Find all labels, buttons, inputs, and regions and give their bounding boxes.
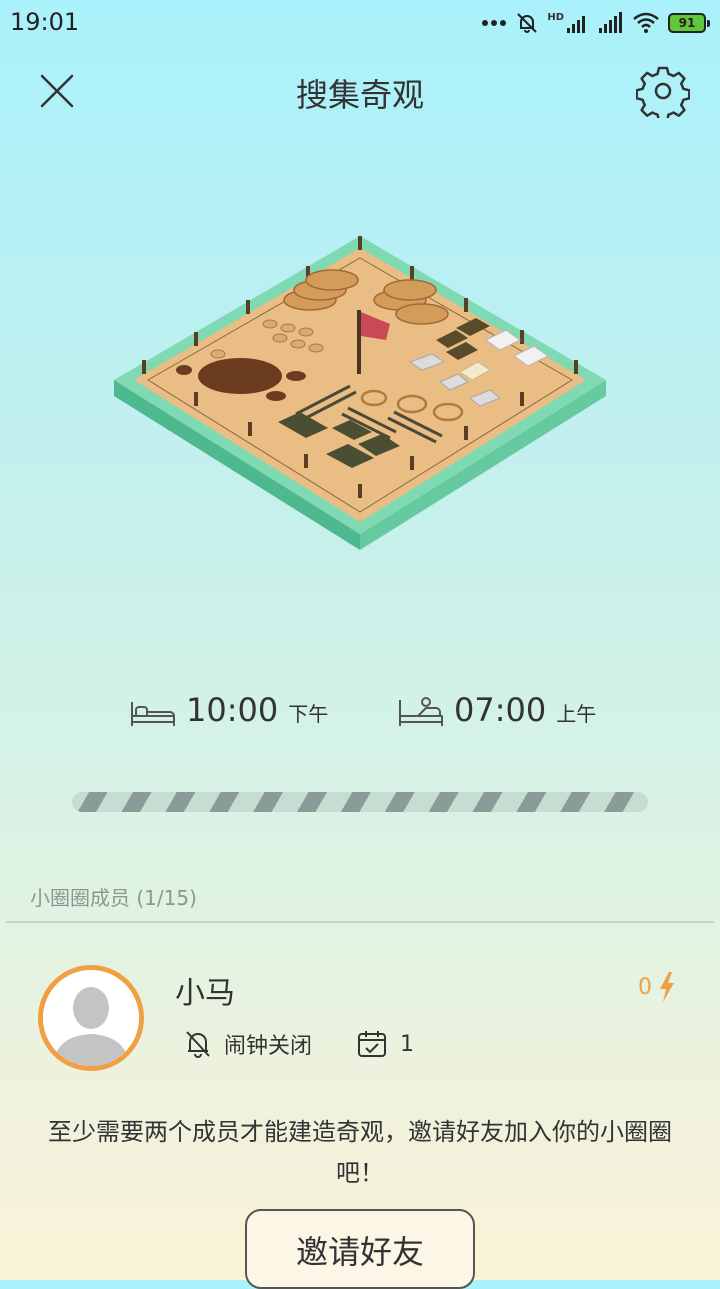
gear-icon [635, 66, 691, 122]
checkin-count: 1 [400, 1031, 415, 1057]
notice-text: 至少需要两个成员才能建造奇观，邀请好友加入你的小圈圈吧！ [48, 1118, 672, 1187]
wake-up-icon [399, 697, 443, 726]
status-time: 19:01 [10, 8, 80, 36]
avatar[interactable] [38, 965, 144, 1071]
member-name: 小马 [175, 976, 235, 1011]
calendar-check-icon [358, 1031, 387, 1057]
wake-time-ampm: 上午 [556, 702, 597, 726]
top-bar: 搜集奇观 [0, 56, 720, 126]
sleep-time-ampm: 下午 [288, 702, 329, 726]
wake-time-value: 07:00 [454, 691, 547, 729]
sleep-time[interactable]: 10:00 下午 [130, 684, 328, 728]
page-title: 搜集奇观 [295, 76, 424, 114]
status-bar: 19:01 HD 91 [0, 0, 720, 46]
battery-icon: 91 [668, 13, 710, 33]
settings-button[interactable] [635, 64, 691, 122]
wifi-icon [633, 12, 659, 33]
energy-count: 0 [638, 974, 652, 1000]
alarm-off-icon [186, 1031, 210, 1058]
alarm-status: 闹钟关闭 [224, 1034, 313, 1059]
signal-icon [567, 16, 585, 33]
mute-bell-icon [517, 13, 538, 33]
sleep-time-value: 10:00 [186, 691, 279, 729]
flag-pole [357, 310, 361, 374]
divider [6, 921, 714, 923]
bed-icon [131, 702, 175, 726]
sand-ground [134, 248, 586, 522]
lightning-icon [660, 972, 674, 1002]
default-avatar-icon [43, 970, 139, 1066]
energy-badge: 0 [638, 972, 676, 1002]
network-type-label: HD [547, 11, 564, 23]
invite-friends-button[interactable]: 邀请好友 [245, 1209, 475, 1289]
members-label: 小圈圈成员 (1/15) [30, 886, 197, 910]
mud-pit [198, 358, 282, 394]
status-icons: HD 91 [481, 10, 710, 36]
build-progress-bar [72, 792, 648, 812]
wake-time[interactable]: 07:00 上午 [398, 684, 596, 728]
signal-icon [599, 12, 622, 33]
member-status-row: 闹钟关闭 1 [184, 1026, 414, 1062]
battery-level: 91 [668, 13, 706, 33]
wonder-construction-site [114, 236, 606, 550]
dots-icon [482, 20, 507, 26]
